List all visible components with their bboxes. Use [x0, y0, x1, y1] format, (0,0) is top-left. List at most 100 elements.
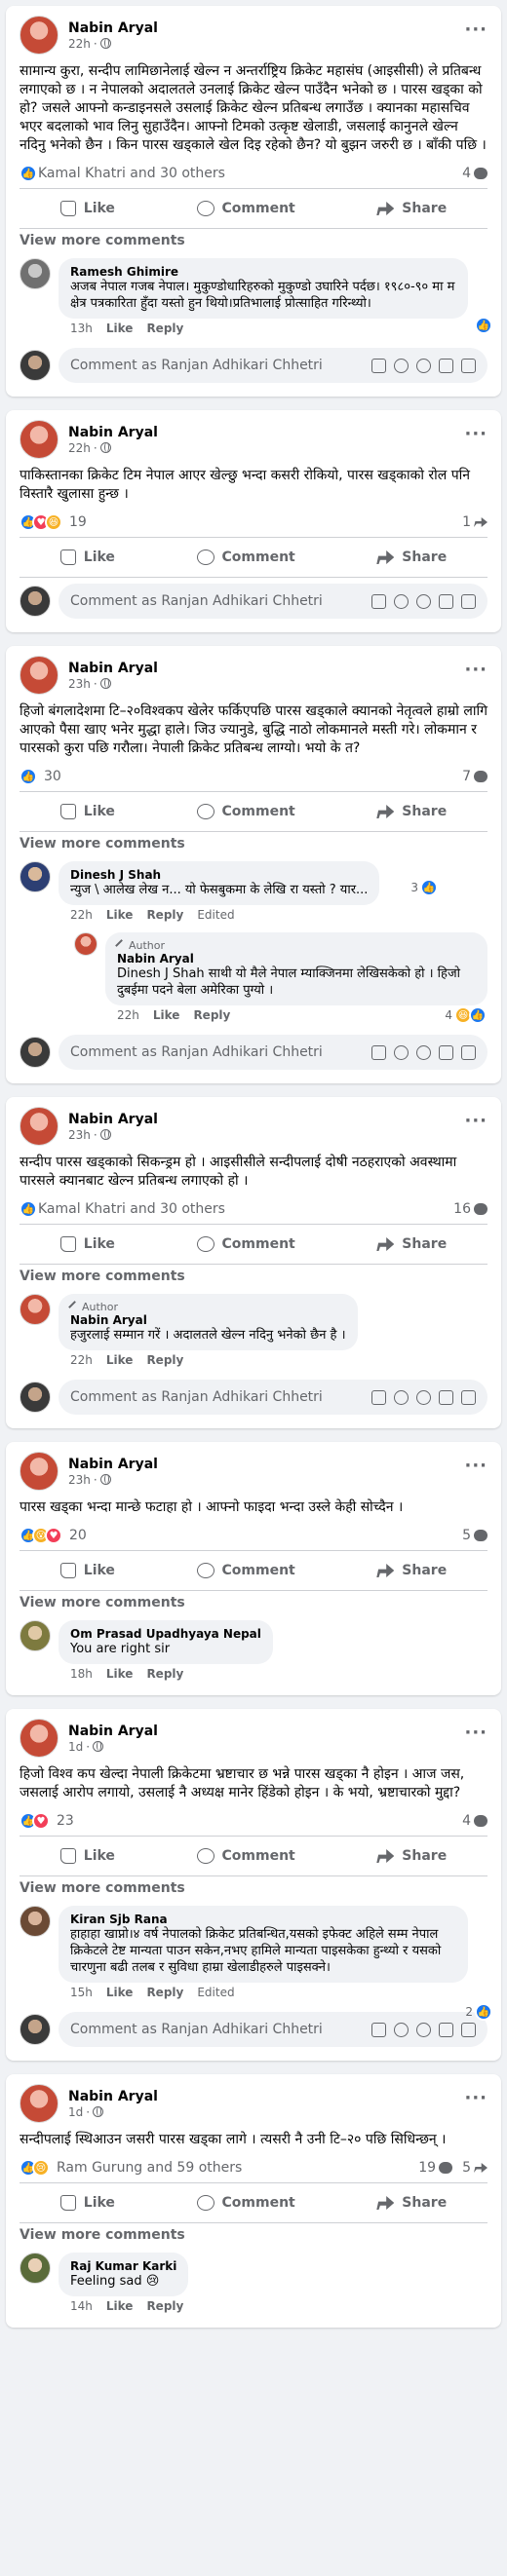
- share-button[interactable]: Share: [363, 2187, 460, 2218]
- commenter-avatar[interactable]: [20, 861, 51, 892]
- camera-icon[interactable]: [416, 1389, 431, 1405]
- more-options-button[interactable]: ···: [464, 19, 488, 40]
- more-options-button[interactable]: ···: [464, 660, 488, 680]
- reactions-count[interactable]: 20: [69, 1528, 87, 1543]
- gif-icon[interactable]: [439, 1389, 453, 1405]
- author-avatar[interactable]: [20, 1719, 58, 1758]
- more-options-button[interactable]: ···: [464, 424, 488, 444]
- view-more-comments[interactable]: View more comments: [6, 1265, 501, 1290]
- post-time[interactable]: 22h: [68, 441, 91, 455]
- comments-count[interactable]: 19: [418, 2160, 453, 2176]
- avatar-sticker-icon[interactable]: [461, 593, 476, 609]
- like-button[interactable]: Like: [47, 1555, 129, 1586]
- comment-button[interactable]: Comment: [183, 193, 309, 224]
- reactions-text[interactable]: Kamal Khatri and 30 others: [38, 1201, 225, 1217]
- avatar-sticker-icon[interactable]: [461, 358, 476, 373]
- author-avatar[interactable]: [20, 16, 58, 55]
- commenter-name[interactable]: Kiran Sjb Rana: [70, 1913, 456, 1926]
- comment-likes-count[interactable]: 2: [465, 2005, 473, 2019]
- like-button[interactable]: Like: [47, 796, 129, 827]
- view-more-comments[interactable]: View more comments: [6, 2223, 501, 2249]
- comment-button[interactable]: Comment: [183, 2187, 309, 2218]
- share-button[interactable]: Share: [363, 796, 460, 827]
- gif-icon[interactable]: [439, 593, 453, 609]
- more-options-button[interactable]: ···: [464, 1723, 488, 1743]
- more-options-button[interactable]: ···: [464, 2088, 488, 2108]
- avatar-sticker-icon[interactable]: [461, 2022, 476, 2037]
- reactions-text[interactable]: Ram Gurung and 59 others: [57, 2160, 242, 2176]
- comment-button[interactable]: Comment: [183, 1229, 309, 1260]
- commenter-avatar[interactable]: [20, 1294, 51, 1325]
- more-options-button[interactable]: ···: [464, 1111, 488, 1131]
- camera-icon[interactable]: [416, 358, 431, 373]
- view-more-comments[interactable]: View more comments: [6, 229, 501, 254]
- shares-count[interactable]: 5: [462, 2160, 488, 2176]
- commenter-name[interactable]: Nabin Aryal: [70, 1313, 346, 1327]
- post-time[interactable]: 22h: [68, 37, 91, 51]
- like-button[interactable]: Like: [47, 542, 129, 573]
- comment-like-button[interactable]: Like: [106, 1667, 134, 1681]
- sticker-icon[interactable]: [371, 2022, 386, 2037]
- comment-input[interactable]: Comment as Ranjan Adhikari Chhetri: [58, 1035, 488, 1070]
- commenter-name[interactable]: Ramesh Ghimire: [70, 265, 456, 279]
- comment-time[interactable]: 22h: [70, 908, 93, 922]
- like-button[interactable]: Like: [47, 2187, 129, 2218]
- reactions-text[interactable]: Kamal Khatri and 30 others: [38, 166, 225, 181]
- comment-like-button[interactable]: Like: [153, 1008, 180, 1022]
- comment-like-button[interactable]: Like: [106, 1353, 134, 1367]
- commenter-name[interactable]: Raj Kumar Karki: [70, 2259, 176, 2273]
- author-avatar[interactable]: [20, 1107, 58, 1146]
- comment-time[interactable]: 22h: [117, 1008, 139, 1022]
- comment-like-button[interactable]: Like: [106, 322, 134, 335]
- author-name[interactable]: Nabin Aryal: [68, 1112, 158, 1127]
- like-button[interactable]: Like: [47, 193, 129, 224]
- shares-count[interactable]: 1: [462, 514, 488, 530]
- share-button[interactable]: Share: [363, 1555, 460, 1586]
- commenter-avatar[interactable]: [20, 1620, 51, 1651]
- sticker-icon[interactable]: [371, 593, 386, 609]
- share-button[interactable]: Share: [363, 1840, 460, 1872]
- author-name[interactable]: Nabin Aryal: [68, 2089, 158, 2104]
- emoji-icon[interactable]: [394, 2022, 409, 2037]
- post-time[interactable]: 23h: [68, 1128, 91, 1142]
- camera-icon[interactable]: [416, 1044, 431, 1060]
- emoji-icon[interactable]: [394, 1389, 409, 1405]
- author-name[interactable]: Nabin Aryal: [68, 661, 158, 676]
- camera-icon[interactable]: [416, 593, 431, 609]
- comments-count[interactable]: 4: [462, 166, 488, 181]
- comment-like-button[interactable]: Like: [106, 1986, 134, 1999]
- comment-like-button[interactable]: Like: [106, 908, 134, 922]
- comment-input[interactable]: Comment as Ranjan Adhikari Chhetri: [58, 584, 488, 619]
- author-name[interactable]: Nabin Aryal: [68, 425, 158, 440]
- comment-reply-button[interactable]: Reply: [146, 1667, 183, 1681]
- comment-reply-button[interactable]: Reply: [146, 1986, 183, 1999]
- comment-button[interactable]: Comment: [183, 1555, 309, 1586]
- comment-time[interactable]: 15h: [70, 1986, 93, 1999]
- author-name[interactable]: Nabin Aryal: [68, 1724, 158, 1739]
- reactions-count[interactable]: 19: [69, 514, 87, 530]
- comment-time[interactable]: 18h: [70, 1667, 93, 1681]
- avatar-sticker-icon[interactable]: [461, 1389, 476, 1405]
- my-avatar[interactable]: [20, 350, 51, 381]
- view-more-comments[interactable]: View more comments: [6, 1591, 501, 1616]
- post-time[interactable]: 23h: [68, 1473, 91, 1487]
- comment-button[interactable]: Comment: [183, 796, 309, 827]
- like-button[interactable]: Like: [47, 1840, 129, 1872]
- share-button[interactable]: Share: [363, 542, 460, 573]
- reactions-count[interactable]: 30: [44, 769, 61, 784]
- comment-input[interactable]: Comment as Ranjan Adhikari Chhetri: [58, 348, 488, 383]
- my-avatar[interactable]: [20, 1037, 51, 1068]
- commenter-avatar[interactable]: [20, 1906, 51, 1937]
- commenter-avatar[interactable]: [20, 2253, 51, 2284]
- comment-time[interactable]: 22h: [70, 1353, 93, 1367]
- my-avatar[interactable]: [20, 586, 51, 617]
- my-avatar[interactable]: [20, 2014, 51, 2045]
- emoji-icon[interactable]: [394, 1044, 409, 1060]
- post-time[interactable]: 1d: [68, 2105, 83, 2119]
- reactions-count[interactable]: 23: [57, 1813, 74, 1829]
- gif-icon[interactable]: [439, 1044, 453, 1060]
- comment-reply-button[interactable]: Reply: [146, 2299, 183, 2313]
- emoji-icon[interactable]: [394, 358, 409, 373]
- avatar-sticker-icon[interactable]: [461, 1044, 476, 1060]
- comment-input[interactable]: Comment as Ranjan Adhikari Chhetri: [58, 1380, 488, 1415]
